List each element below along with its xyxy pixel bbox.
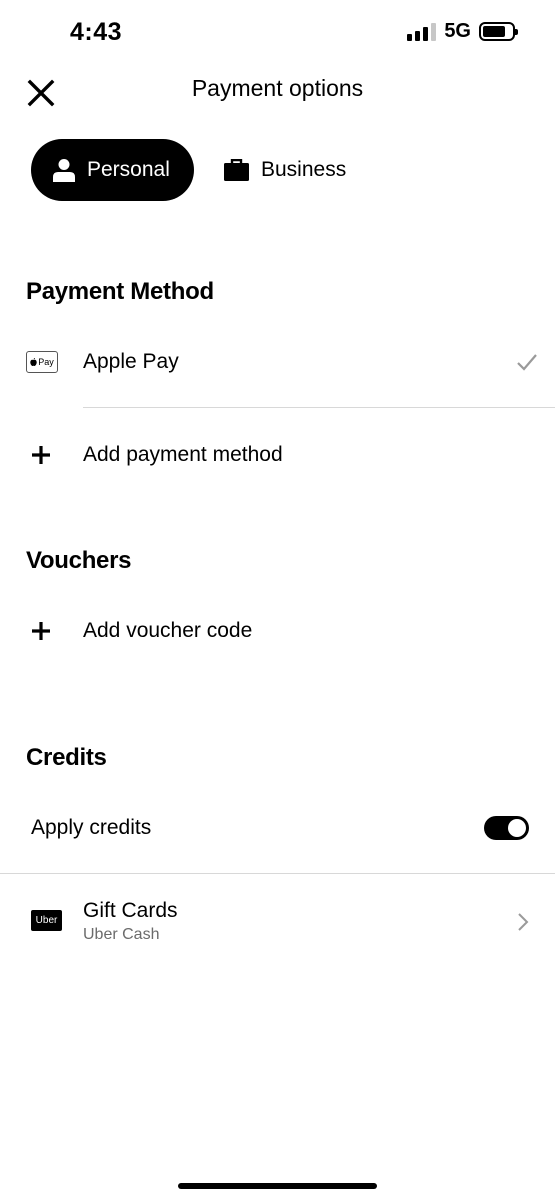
payment-method-heading: Payment Method: [26, 278, 214, 305]
vouchers-heading: Vouchers: [26, 547, 132, 574]
network-type: 5G: [444, 20, 471, 42]
battery-icon: [479, 22, 518, 41]
gift-cards-title: Gift Cards: [83, 899, 178, 922]
add-payment-method-row[interactable]: Add payment method: [0, 430, 555, 480]
add-voucher-label: Add voucher code: [83, 619, 253, 642]
status-indicators: 5G: [407, 20, 518, 43]
credits-heading: Credits: [26, 744, 107, 771]
plus-icon: [31, 445, 51, 465]
personal-profile-button[interactable]: Personal: [31, 139, 194, 201]
add-voucher-row[interactable]: Add voucher code: [0, 606, 555, 656]
business-profile-button[interactable]: Business: [224, 139, 346, 201]
status-time: 4:43: [70, 18, 123, 46]
home-indicator: [178, 1183, 377, 1189]
plus-icon: [31, 621, 51, 641]
apple-pay-row[interactable]: Pay Apple Pay: [0, 337, 555, 387]
uber-logo-icon: Uber: [31, 910, 62, 931]
apply-credits-label: Apply credits: [31, 816, 152, 839]
personal-label: Personal: [87, 158, 170, 181]
gift-cards-subtitle: Uber Cash: [83, 926, 160, 943]
apple-pay-icon: Pay: [26, 351, 58, 373]
add-payment-method-label: Add payment method: [83, 443, 283, 466]
page-title: Payment options: [191, 75, 364, 101]
chevron-right-icon: [518, 913, 529, 931]
divider: [0, 873, 555, 874]
apple-logo-icon: [30, 358, 37, 366]
apple-pay-label: Apple Pay: [83, 350, 179, 373]
business-label: Business: [261, 158, 347, 181]
check-icon: [517, 354, 537, 371]
person-icon: [53, 159, 75, 182]
briefcase-icon: [224, 159, 249, 181]
signal-icon: [407, 22, 437, 41]
divider: [83, 407, 555, 408]
apply-credits-toggle[interactable]: [484, 816, 529, 840]
